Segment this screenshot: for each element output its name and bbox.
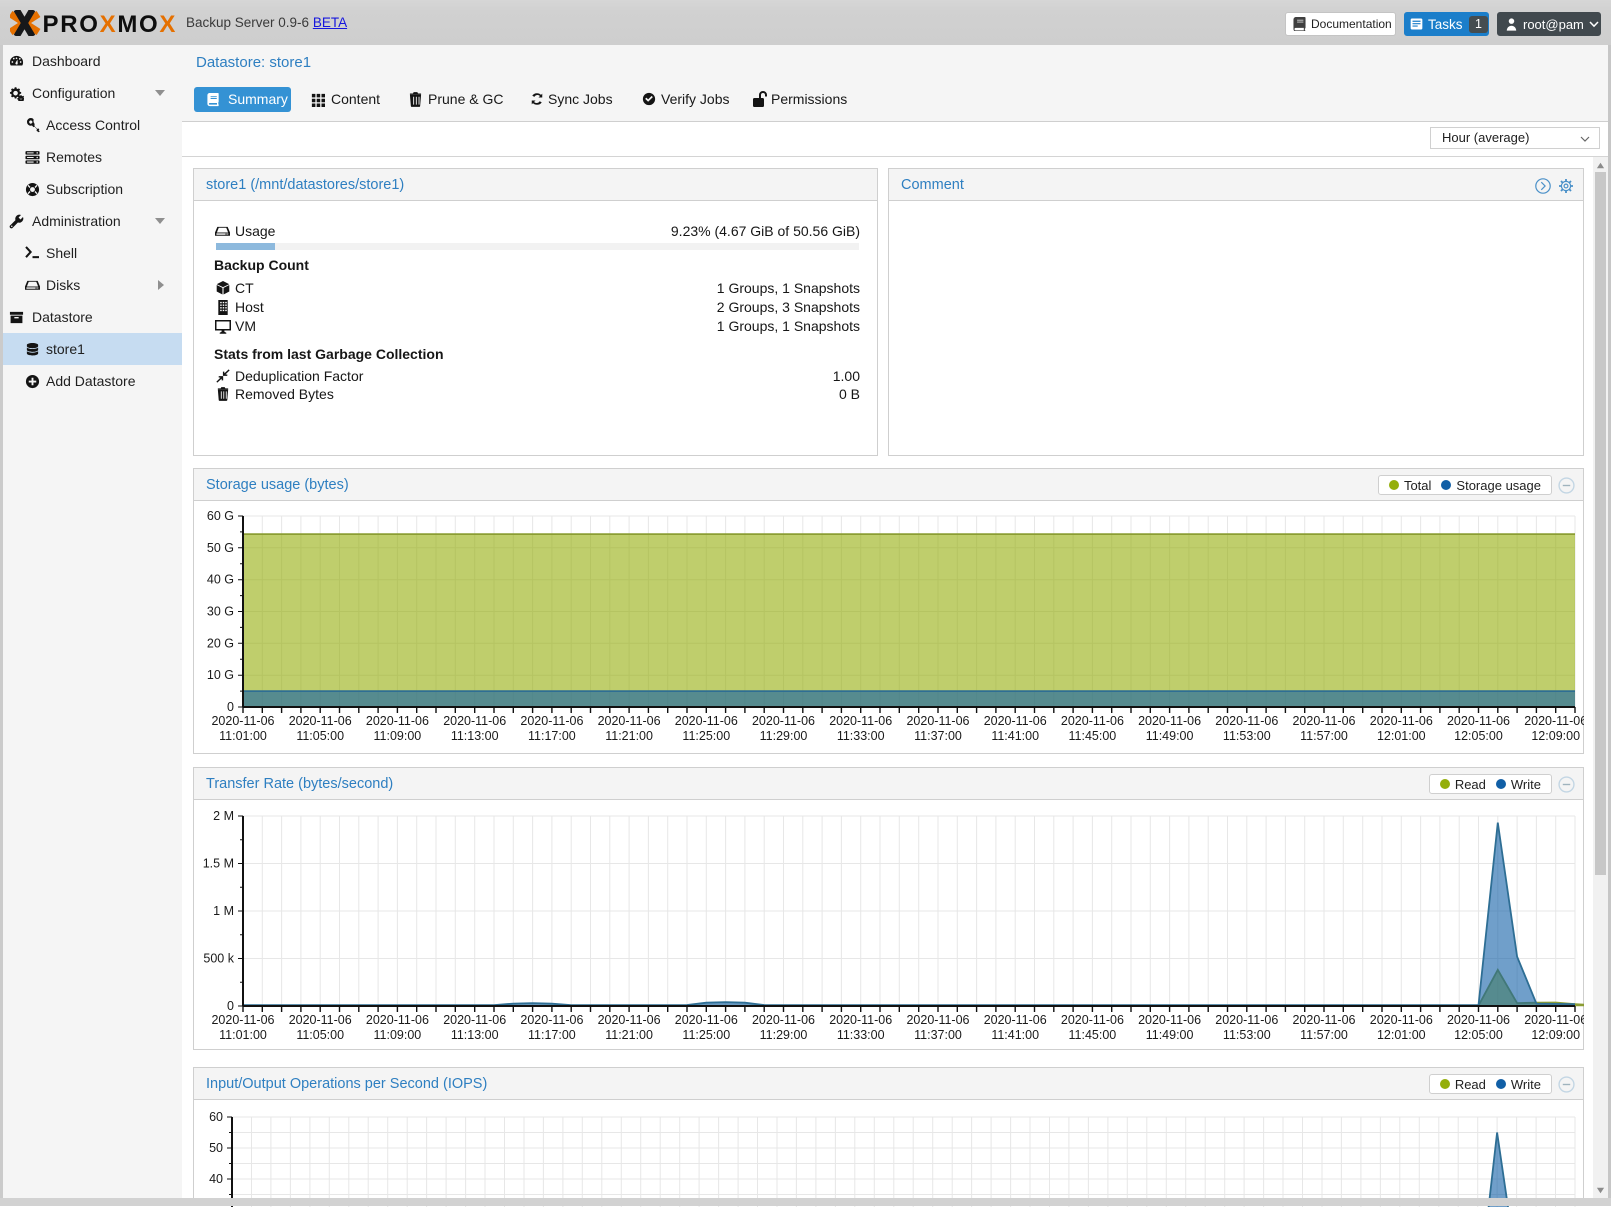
svg-text:2020-11-06: 2020-11-06 [443,1013,506,1027]
svg-text:11:37:00: 11:37:00 [914,1028,962,1042]
svg-text:11:09:00: 11:09:00 [374,729,422,743]
svg-text:12:01:00: 12:01:00 [1377,729,1426,743]
svg-text:2020-11-06: 2020-11-06 [1215,1013,1278,1027]
svg-text:2020-11-06: 2020-11-06 [520,714,583,728]
svg-text:11:49:00: 11:49:00 [1146,1028,1194,1042]
svg-text:30 G: 30 G [207,605,234,619]
svg-text:12:09:00: 12:09:00 [1531,1028,1580,1042]
svg-text:2020-11-06: 2020-11-06 [984,714,1047,728]
svg-text:2020-11-06: 2020-11-06 [1292,1013,1355,1027]
svg-text:2020-11-06: 2020-11-06 [1370,1013,1433,1027]
svg-text:12:05:00: 12:05:00 [1454,729,1503,743]
svg-text:PROXMOX: PROXMOX [43,11,178,36]
svg-text:60 G: 60 G [207,509,234,523]
svg-text:11:09:00: 11:09:00 [374,1028,422,1042]
svg-text:11:41:00: 11:41:00 [991,1028,1039,1042]
svg-text:0: 0 [227,700,234,714]
svg-text:2020-11-06: 2020-11-06 [1138,714,1201,728]
svg-text:2020-11-06: 2020-11-06 [984,1013,1047,1027]
svg-text:11:21:00: 11:21:00 [605,729,653,743]
svg-text:40: 40 [209,1172,223,1186]
svg-text:2020-11-06: 2020-11-06 [675,1013,738,1027]
svg-text:2020-11-06: 2020-11-06 [1370,714,1433,728]
svg-text:2020-11-06: 2020-11-06 [520,1013,583,1027]
svg-text:2020-11-06: 2020-11-06 [443,714,506,728]
svg-text:2020-11-06: 2020-11-06 [1061,714,1124,728]
svg-text:12:05:00: 12:05:00 [1454,1028,1503,1042]
svg-text:2020-11-06: 2020-11-06 [1292,714,1355,728]
svg-text:11:25:00: 11:25:00 [682,729,730,743]
svg-text:11:33:00: 11:33:00 [837,1028,885,1042]
svg-text:2020-11-06: 2020-11-06 [1447,1013,1510,1027]
svg-text:0: 0 [227,999,234,1013]
svg-text:2020-11-06: 2020-11-06 [1215,714,1278,728]
svg-text:2020-11-06: 2020-11-06 [752,1013,815,1027]
svg-text:11:33:00: 11:33:00 [837,729,885,743]
svg-text:2020-11-06: 2020-11-06 [1524,1013,1584,1027]
svg-text:10 G: 10 G [207,668,234,682]
svg-text:11:57:00: 11:57:00 [1300,1028,1348,1042]
svg-text:11:25:00: 11:25:00 [682,1028,730,1042]
svg-text:2020-11-06: 2020-11-06 [211,1013,274,1027]
svg-text:11:29:00: 11:29:00 [760,1028,808,1042]
svg-text:1.5 M: 1.5 M [203,857,234,871]
svg-text:2020-11-06: 2020-11-06 [752,714,815,728]
svg-text:20 G: 20 G [207,636,234,650]
svg-text:2 M: 2 M [213,809,234,823]
svg-text:11:01:00: 11:01:00 [219,729,267,743]
svg-text:11:41:00: 11:41:00 [991,729,1039,743]
svg-text:2020-11-06: 2020-11-06 [1447,714,1510,728]
svg-text:11:45:00: 11:45:00 [1069,1028,1117,1042]
svg-text:11:13:00: 11:13:00 [451,729,499,743]
svg-text:11:21:00: 11:21:00 [605,1028,653,1042]
svg-text:11:17:00: 11:17:00 [528,1028,576,1042]
svg-text:2020-11-06: 2020-11-06 [211,714,274,728]
svg-text:40 G: 40 G [207,573,234,587]
svg-text:2020-11-06: 2020-11-06 [1061,1013,1124,1027]
svg-text:50: 50 [209,1141,223,1155]
svg-text:2020-11-06: 2020-11-06 [1524,714,1584,728]
svg-text:1 M: 1 M [213,904,234,918]
svg-text:2020-11-06: 2020-11-06 [598,714,661,728]
svg-text:2020-11-06: 2020-11-06 [289,1013,352,1027]
svg-text:12:01:00: 12:01:00 [1377,1028,1426,1042]
svg-text:50 G: 50 G [207,541,234,555]
svg-text:11:05:00: 11:05:00 [296,1028,344,1042]
svg-text:11:57:00: 11:57:00 [1300,729,1348,743]
svg-text:2020-11-06: 2020-11-06 [598,1013,661,1027]
svg-text:11:49:00: 11:49:00 [1146,729,1194,743]
svg-text:11:17:00: 11:17:00 [528,729,576,743]
svg-text:2020-11-06: 2020-11-06 [366,714,429,728]
svg-text:2020-11-06: 2020-11-06 [1138,1013,1201,1027]
svg-text:11:13:00: 11:13:00 [451,1028,499,1042]
svg-text:2020-11-06: 2020-11-06 [906,1013,969,1027]
svg-text:60: 60 [209,1110,223,1124]
svg-text:2020-11-06: 2020-11-06 [829,714,892,728]
svg-text:11:45:00: 11:45:00 [1069,729,1117,743]
svg-text:11:05:00: 11:05:00 [296,729,344,743]
svg-text:2020-11-06: 2020-11-06 [366,1013,429,1027]
svg-text:11:53:00: 11:53:00 [1223,1028,1271,1042]
svg-text:11:01:00: 11:01:00 [219,1028,267,1042]
svg-text:2020-11-06: 2020-11-06 [829,1013,892,1027]
svg-text:11:53:00: 11:53:00 [1223,729,1271,743]
svg-text:11:37:00: 11:37:00 [914,729,962,743]
svg-text:2020-11-06: 2020-11-06 [289,714,352,728]
svg-text:2020-11-06: 2020-11-06 [675,714,738,728]
svg-text:2020-11-06: 2020-11-06 [906,714,969,728]
svg-text:500 k: 500 k [203,952,234,966]
svg-text:11:29:00: 11:29:00 [760,729,808,743]
svg-text:12:09:00: 12:09:00 [1531,729,1580,743]
